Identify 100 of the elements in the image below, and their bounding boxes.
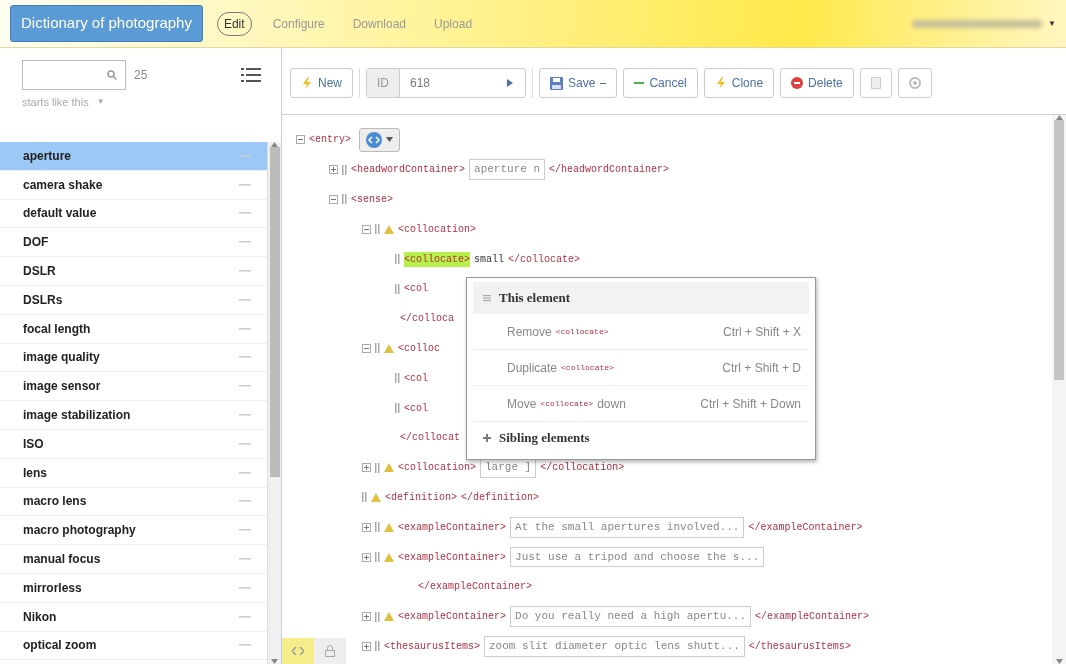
entry-list-item[interactable]: DOF [0,228,267,258]
search-icon [107,70,117,80]
drag-handle-icon[interactable] [375,611,380,622]
code-view-button[interactable] [282,638,314,664]
entry-list-item[interactable]: lens [0,458,267,488]
menu-section-header[interactable]: Sibling elements [473,422,809,454]
menu-section-header[interactable]: This element [473,282,809,314]
lock-button[interactable] [314,638,346,664]
new-button[interactable]: New [290,68,353,98]
value-field[interactable]: Just use a tripod and choose the s... [510,546,765,568]
xml-tag: <sense> [351,192,393,207]
xml-tag: <collocation> [398,460,476,476]
xml-tag: <headwordContainer> [351,162,466,178]
expand-icon[interactable] [362,641,371,651]
xml-tag: </definition> [461,489,540,505]
id-field[interactable]: ID 618 [366,68,526,98]
save-button[interactable]: Save [539,68,618,98]
drag-handle-icon[interactable] [395,254,400,265]
minus-icon [634,81,645,85]
xml-tag: <colloc [398,340,440,356]
drag-handle-icon[interactable] [342,164,347,175]
drag-handle-icon[interactable] [362,492,367,503]
scroll-down-icon[interactable] [1055,659,1063,664]
xml-tag: <thesaurusItems> [384,638,480,654]
value-field[interactable]: At the small apertures involved... [510,517,745,538]
expand-icon[interactable] [362,463,371,473]
delete-button[interactable]: Delete [780,68,854,98]
lightning-icon [714,77,727,89]
entry-list-item[interactable]: image quality [0,343,267,373]
xml-tag: </exampleContainer> [755,609,870,625]
drag-handle-icon[interactable] [342,194,347,205]
value-field[interactable]: Do you really need a high apertu... [510,606,752,627]
expand-icon[interactable] [362,612,371,622]
collapse-icon[interactable] [296,135,305,145]
lightning-icon [301,77,313,89]
entry-list-item[interactable]: ISO [0,429,267,459]
menu-item[interactable]: Remove <collocate> Ctrl + Shift + X [473,314,809,350]
clone-button[interactable]: Clone [703,68,775,98]
caret-icon[interactable]: ▼ [1048,17,1056,30]
cancel-button[interactable]: Cancel [623,68,698,98]
drag-handle-icon[interactable] [375,641,380,652]
code-icon [366,131,382,148]
xml-tag: <collocation> [398,221,476,237]
drag-handle-icon[interactable] [375,522,380,533]
menu-item[interactable]: Move <collocate> down Ctrl + Shift + Down [473,386,809,422]
xml-tag: <exampleContainer> [398,519,507,535]
list-view-icon[interactable] [241,67,261,83]
collapse-icon[interactable] [362,343,371,353]
entry-list-item[interactable]: camera shake [0,170,267,200]
xml-tag: <col [404,370,428,386]
element-text: small [474,252,505,267]
caret-icon [386,137,393,143]
entry-list-item[interactable]: image stabilization [0,401,267,430]
entry-list-item[interactable]: macro lens [0,487,267,517]
collapse-icon[interactable] [362,224,371,234]
result-count: 25 [134,67,148,84]
xml-tag: </exampleContainer> [418,579,533,595]
expand-icon[interactable] [362,522,371,532]
entry-list-item[interactable]: default value [0,199,267,229]
settings-button[interactable] [897,68,932,98]
xml-tag: <exampleContainer> [398,549,507,565]
entry-list-item[interactable]: Nikon [0,602,267,632]
code-icon [292,647,304,655]
settings-icon [908,77,921,89]
entry-list-item[interactable]: macro photography [0,516,267,546]
document-icon [870,77,881,89]
xml-tag: </thesaurusItems> [748,638,851,654]
document-button[interactable] [859,68,892,98]
drag-handle-icon[interactable] [375,343,380,354]
xml-tag: </headwordContainer> [549,162,670,178]
scrollbar[interactable] [267,142,281,664]
xml-tag: <col [404,281,428,297]
entry-list-item[interactable]: manual focus [0,545,267,574]
entry-list-item[interactable]: focal length [0,314,267,344]
drag-handle-icon[interactable] [395,403,400,414]
entry-list-item[interactable]: mirrorless [0,573,267,603]
drag-handle-icon[interactable] [395,373,400,384]
drag-handle-icon[interactable] [375,462,380,473]
xml-tag: </exampleContainer> [748,519,863,535]
search-field[interactable] [22,60,126,90]
menu-item[interactable]: Duplicate <collocate> Ctrl + Shift + D [473,350,809,386]
drag-handle-icon[interactable] [395,283,400,294]
add-element-button[interactable] [359,127,400,152]
drag-handle-icon[interactable] [375,552,380,563]
entry-list-item[interactable]: optical zoom [0,631,267,661]
lock-icon [325,645,335,657]
entry-list-item[interactable]: DSLR [0,257,267,286]
xml-tag: </collocat [400,430,460,446]
entry-list-item[interactable]: DSLRs [0,286,267,315]
drag-handle-icon[interactable] [375,224,380,235]
value-field[interactable]: zoom slit diameter optic lens shutt... [484,636,745,657]
entry-list-item[interactable]: image sensor [0,372,267,402]
scroll-down-icon[interactable] [271,659,278,664]
expand-icon[interactable] [362,552,371,562]
scrollbar[interactable] [1052,115,1066,664]
xml-tag: </collocate> [508,251,581,267]
collapse-icon[interactable] [329,195,338,204]
value-field[interactable]: aperture n [469,159,546,180]
expand-icon[interactable] [329,165,338,175]
entry-list-item[interactable]: aperture [0,142,267,171]
